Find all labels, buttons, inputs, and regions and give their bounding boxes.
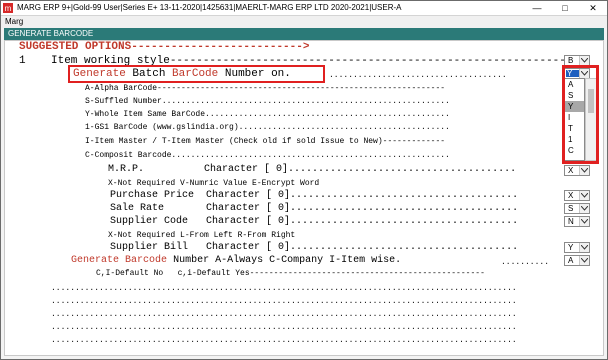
blank-option-line: ........................................…: [51, 323, 517, 332]
sale-rate-label: Sale Rate Character [ 0]................…: [110, 203, 519, 214]
purchase-price-select[interactable]: X: [564, 190, 590, 201]
row-dots: .....................................: [329, 71, 507, 80]
supplier-code-select[interactable]: N: [564, 216, 590, 227]
option-help-whole-item: Y-Whole Item Same BarCode...............…: [85, 110, 450, 119]
svg-text:m: m: [5, 4, 12, 13]
mrp-character-label: M.R.P. Character [ 0]...................…: [108, 164, 517, 175]
close-icon[interactable]: ✕: [579, 1, 607, 15]
blank-option-line: ........................................…: [51, 284, 517, 293]
panel-header: GENERATE BARCODE: [4, 28, 604, 40]
chevron-down-icon: [581, 193, 588, 198]
supplier-code-label: Supplier Code Character [ 0]............…: [110, 216, 519, 227]
option-help-gs1: 1-GS1 BarCode (www.gslindia.org)........…: [85, 123, 450, 132]
menu-bar: Marg: [1, 16, 607, 28]
generate-barcode-mode-label: Generate Barcode Number A-Always C-Compa…: [71, 255, 402, 266]
option-number: 1: [19, 55, 26, 67]
option-help-alpha: A-Alpha BarCode-------------------------…: [85, 84, 446, 93]
mrp-select[interactable]: X: [564, 165, 590, 176]
title-bar: m MARG ERP 9+|Gold-99 User|Series E+ 13-…: [1, 1, 607, 16]
chevron-down-icon: [581, 245, 588, 250]
app-window: m MARG ERP 9+|Gold-99 User|Series E+ 13-…: [0, 0, 608, 360]
blank-option-line: ........................................…: [51, 310, 517, 319]
chevron-down-icon: [581, 258, 588, 263]
chevron-down-icon: [581, 168, 588, 173]
blank-option-line: ........................................…: [51, 336, 517, 345]
highlight-box-dropdown: [562, 65, 599, 164]
blank-option-line: ........................................…: [51, 297, 517, 306]
purchase-price-label: Purchase Price Character [ 0]...........…: [110, 190, 519, 201]
menu-item-marg[interactable]: Marg: [5, 16, 23, 28]
chevron-down-icon: [581, 58, 588, 63]
row-dots: ..........: [501, 258, 550, 267]
highlight-box-label: [68, 65, 325, 83]
window-title: MARG ERP 9+|Gold-99 User|Series E+ 13-11…: [17, 3, 402, 12]
app-icon: m: [3, 3, 13, 13]
supplier-bill-select[interactable]: Y: [564, 242, 590, 253]
option-help-composit: C-Composit Barcode......................…: [85, 151, 450, 160]
encoding-help-text: X-Not Required V-Numric Value E-Encrypt …: [108, 179, 320, 188]
chevron-down-icon: [581, 219, 588, 224]
default-help-text: C,I-Default No c,i-Default Yes----------…: [96, 269, 485, 278]
supplier-bill-label: Supplier Bill Character [ 0]............…: [110, 242, 519, 253]
option-help-item-master: I-Item Master / T-Item Master (Check old…: [85, 137, 446, 146]
option-help-suffled: S-Suffled Number........................…: [85, 97, 450, 106]
chevron-down-icon: [581, 206, 588, 211]
barcode-mode-select[interactable]: A: [564, 255, 590, 266]
maximize-icon[interactable]: □: [551, 1, 579, 15]
minimize-icon[interactable]: —: [523, 1, 551, 15]
sale-rate-select[interactable]: S: [564, 203, 590, 214]
suggested-options-heading: SUGGESTED OPTIONS-----------------------…: [19, 41, 310, 53]
position-help-text: X-Not Required L-From Left R-From Right: [108, 231, 296, 240]
